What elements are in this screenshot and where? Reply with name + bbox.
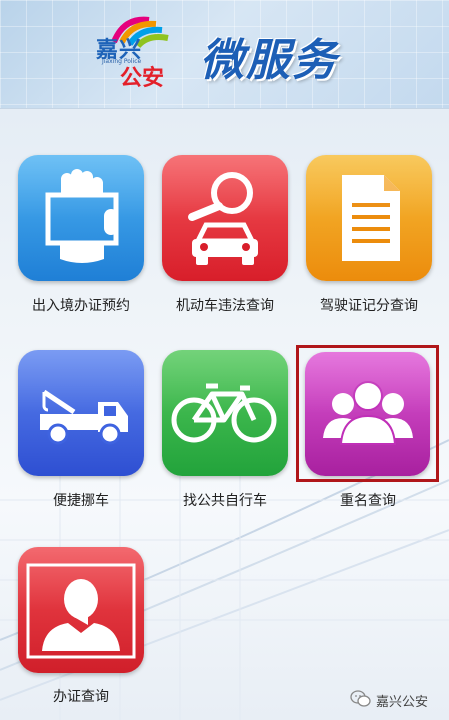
service-label-public-bike[interactable]: 找公共自行车 — [150, 490, 300, 510]
service-tile-public-bike[interactable] — [162, 350, 288, 476]
service-tile-move-car[interactable] — [18, 350, 144, 476]
person-portrait-icon — [26, 563, 136, 659]
bicycle-icon — [171, 383, 277, 443]
service-tile-vehicle-violation[interactable] — [162, 155, 288, 281]
service-label-name-search[interactable]: 重名查询 — [293, 490, 443, 510]
service-tile-license-points[interactable] — [306, 155, 432, 281]
service-label-vehicle-violation[interactable]: 机动车违法查询 — [150, 295, 300, 315]
car-magnifier-icon — [188, 172, 258, 265]
page-title: 微服务 — [200, 35, 338, 86]
logo-text-bottom: 公安 — [120, 66, 165, 91]
tow-truck-icon — [40, 389, 128, 445]
service-label-license-points[interactable]: 驾驶证记分查询 — [294, 295, 444, 315]
service-label-exit-entry[interactable]: 出入境办证预约 — [6, 295, 156, 315]
service-label-certificate-search[interactable]: 办证查询 — [6, 686, 156, 706]
document-icon — [342, 175, 400, 261]
header-banner: 嘉兴 Jiaxing Police 公安 微服务 — [0, 0, 449, 109]
hand-document-icon — [45, 169, 119, 263]
wechat-icon — [350, 690, 371, 707]
service-tile-certificate-search[interactable] — [18, 547, 144, 673]
selection-highlight-box — [296, 345, 439, 482]
service-label-move-car[interactable]: 便捷挪车 — [6, 490, 156, 510]
footer-brand: 嘉兴公安 — [376, 695, 429, 710]
service-tile-exit-entry[interactable] — [18, 155, 144, 281]
